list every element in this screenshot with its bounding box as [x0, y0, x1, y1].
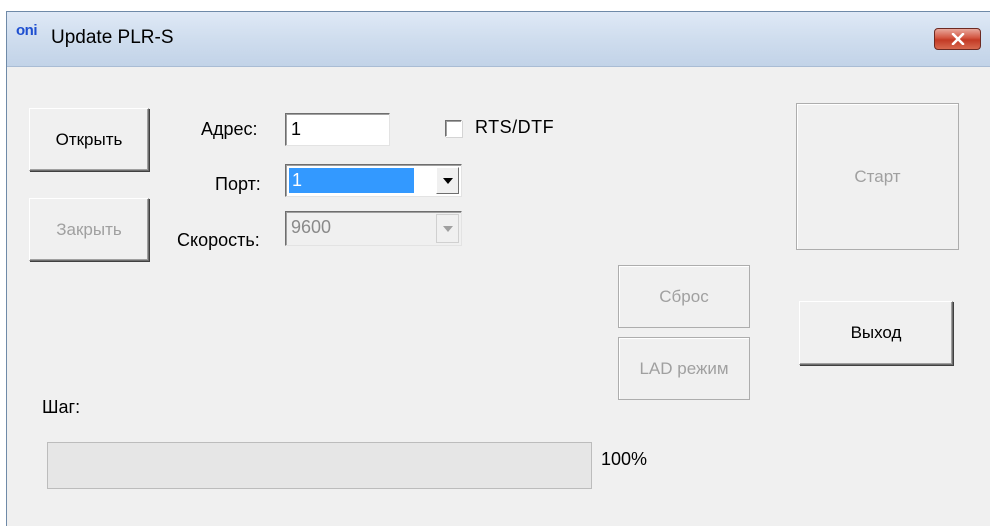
exit-button-label: Выход: [850, 323, 902, 342]
start-button[interactable]: Старт: [796, 103, 959, 250]
close-port-button-label: Закрыть: [56, 219, 122, 239]
reset-button-label: Сброс: [659, 286, 709, 306]
port-dropdown-button[interactable]: [436, 167, 459, 194]
address-label: Адрес:: [201, 119, 258, 139]
rts-dtf-label: RTS/DTF: [475, 117, 555, 137]
port-select[interactable]: 1: [285, 164, 462, 197]
speed-value: 9600: [291, 217, 332, 237]
title-bar[interactable]: oni Update PLR-S: [7, 12, 990, 67]
chevron-down-icon: [442, 177, 453, 184]
rts-dtf-checkbox[interactable]: [445, 120, 462, 137]
close-icon: [951, 33, 965, 45]
close-port-button[interactable]: Закрыть: [29, 198, 149, 261]
speed-select[interactable]: 9600: [285, 211, 462, 246]
speed-dropdown-button: [436, 214, 459, 243]
port-selection-highlight: 1: [289, 168, 414, 193]
window-title: Update PLR-S: [51, 27, 174, 48]
app-logo: oni: [16, 22, 38, 39]
address-value: 1: [291, 119, 302, 139]
port-label: Порт:: [215, 174, 261, 194]
open-button[interactable]: Открыть: [29, 108, 149, 171]
progress-percent: 100%: [601, 449, 648, 469]
step-label: Шаг:: [42, 397, 81, 417]
speed-label: Скорость:: [177, 230, 260, 250]
reset-button[interactable]: Сброс: [618, 265, 750, 328]
address-input[interactable]: 1: [285, 113, 390, 146]
start-button-label: Старт: [854, 166, 901, 186]
port-value: 1: [292, 170, 303, 190]
chevron-down-icon: [442, 225, 453, 232]
lad-mode-button[interactable]: LAD режим: [618, 337, 750, 400]
update-window: oni Update PLR-S Открыть Закрыть Адрес: …: [6, 11, 990, 526]
open-button-label: Открыть: [55, 129, 123, 149]
close-window-button[interactable]: [934, 28, 981, 50]
progress-bar: [47, 442, 592, 489]
lad-mode-button-label: LAD режим: [639, 358, 729, 378]
exit-button[interactable]: Выход: [799, 301, 953, 365]
